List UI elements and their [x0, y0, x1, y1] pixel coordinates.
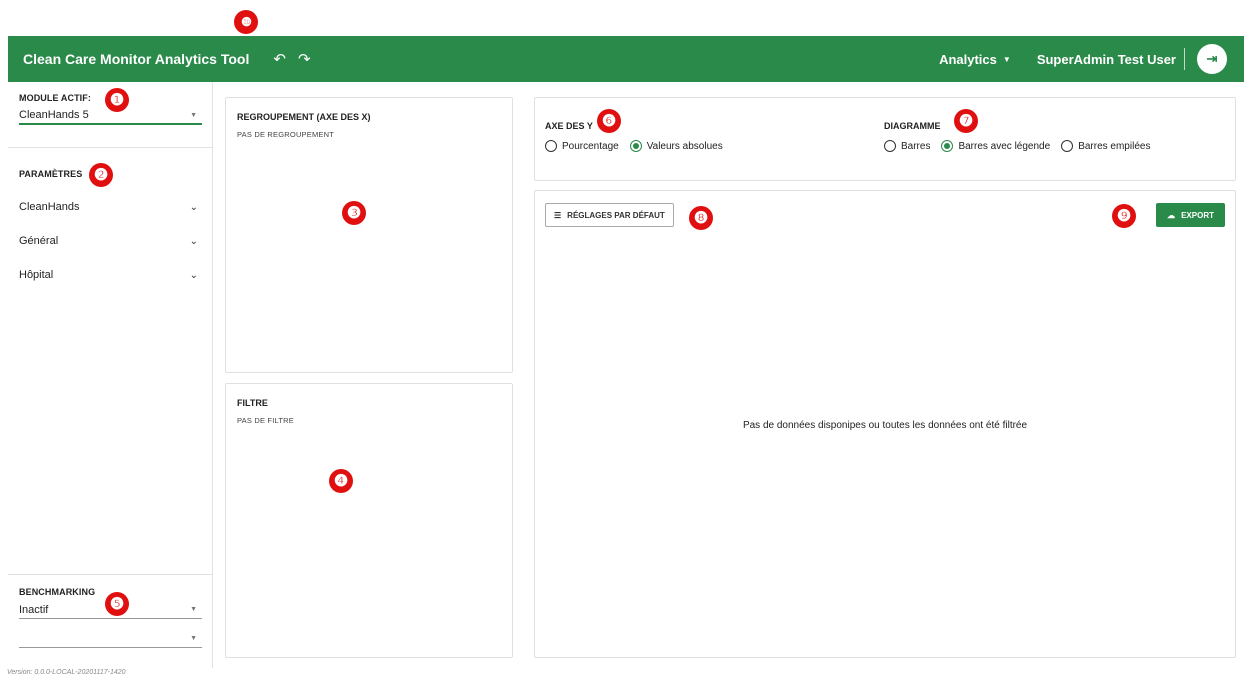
radio-label: Pourcentage [562, 140, 619, 152]
annotation-marker-7: ❼ [954, 109, 978, 133]
export-button[interactable]: ☁ EXPORT [1156, 203, 1225, 227]
chart-area-panel: ☰ RÉGLAGES PAR DÉFAUT ☁ EXPORT Pas de do… [534, 190, 1236, 658]
radio-barres-empilees[interactable] [1061, 140, 1074, 152]
radio-label: Barres empilées [1078, 140, 1151, 152]
redo-icon[interactable]: ↷ [298, 50, 311, 68]
logout-icon: ⇥ [1206, 51, 1218, 66]
y-axis-section: AXE DES Y Pourcentage Valeurs absolues [545, 121, 734, 152]
export-label: EXPORT [1181, 210, 1214, 220]
grouping-panel: REGROUPEMENT (AXE DES X) PAS DE REGROUPE… [225, 97, 513, 373]
chevron-down-icon: ⌄ [189, 201, 198, 213]
grouping-title: REGROUPEMENT (AXE DES X) [237, 112, 371, 122]
param-item-label: Général [19, 235, 59, 247]
annotation-marker-10: ❿ [234, 10, 258, 34]
filter-panel: FILTRE PAS DE FILTRE [225, 383, 513, 658]
version-text: Version: 0.0.0-LOCAL-20201117-1420 [7, 669, 126, 676]
filter-subtitle: PAS DE FILTRE [237, 416, 294, 425]
annotation-marker-3: ❸ [342, 201, 366, 225]
analytics-menu[interactable]: Analytics ▼ [939, 52, 1011, 67]
user-name[interactable]: SuperAdmin Test User [1037, 48, 1185, 70]
caret-down-icon: ▼ [190, 606, 197, 613]
empty-state-message: Pas de données disponipes ou toutes les … [742, 420, 1028, 431]
annotation-marker-9: ❾ [1112, 204, 1136, 228]
list-icon: ☰ [554, 210, 562, 220]
module-select-value: CleanHands 5 [19, 109, 89, 121]
benchmarking-block: BENCHMARKING Inactif ▼ ▼ [8, 574, 212, 668]
param-item-label: Hôpital [19, 269, 54, 281]
caret-down-icon: ▼ [1002, 54, 1011, 64]
param-item-general[interactable]: Général ⌄ [19, 235, 202, 247]
diagram-radio-group: Barres Barres avec légende Barres empilé… [884, 140, 1161, 152]
diagram-section: DIAGRAMME Barres Barres avec légende Bar… [884, 121, 1161, 152]
filter-title: FILTRE [237, 398, 268, 408]
chevron-down-icon: ⌄ [189, 269, 198, 281]
radio-label: Barres [901, 140, 931, 152]
param-item-hopital[interactable]: Hôpital ⌄ [19, 269, 202, 281]
analytics-menu-label: Analytics [939, 51, 997, 67]
cloud-upload-icon: ☁ [1167, 210, 1176, 220]
logout-button[interactable]: ⇥ [1197, 44, 1227, 74]
radio-barres-avec-legende[interactable] [941, 140, 954, 152]
chevron-down-icon: ⌄ [189, 235, 198, 247]
radio-label: Barres avec légende [958, 140, 1051, 152]
benchmarking-select-value: Inactif [19, 603, 49, 616]
radio-barres[interactable] [884, 140, 896, 152]
radio-valeurs-absolues[interactable] [629, 140, 642, 152]
annotation-marker-8: ❽ [689, 206, 713, 230]
annotation-marker-2: ❷ [89, 163, 113, 187]
annotation-marker-6: ❻ [597, 109, 621, 133]
y-axis-radio-group: Pourcentage Valeurs absolues [545, 140, 734, 152]
default-settings-button[interactable]: ☰ RÉGLAGES PAR DÉFAUT [545, 203, 674, 227]
param-item-cleanhands[interactable]: CleanHands ⌄ [19, 201, 202, 213]
default-settings-label: RÉGLAGES PAR DÉFAUT [567, 210, 665, 220]
top-app-bar: Clean Care Monitor Analytics Tool ↶ ↷ An… [8, 36, 1244, 82]
benchmarking-second-select[interactable]: ▼ [19, 630, 202, 648]
top-right-controls: Analytics ▼ SuperAdmin Test User ⇥ [939, 36, 1244, 82]
options-panel: AXE DES Y Pourcentage Valeurs absolues D… [534, 97, 1236, 181]
undo-redo-group: ↶ ↷ [273, 50, 310, 68]
annotation-marker-4: ❹ [329, 469, 353, 493]
app-title: Clean Care Monitor Analytics Tool [23, 51, 250, 67]
param-item-label: CleanHands [19, 201, 80, 213]
undo-icon[interactable]: ↶ [273, 50, 286, 68]
grouping-subtitle: PAS DE REGROUPEMENT [237, 130, 335, 139]
caret-down-icon: ▼ [190, 635, 197, 642]
diagram-title: DIAGRAMME [884, 121, 941, 131]
radio-pourcentage[interactable] [545, 140, 557, 152]
annotation-marker-1: ❶ [105, 88, 129, 112]
radio-label: Valeurs absolues [646, 140, 723, 152]
y-axis-title: AXE DES Y [545, 121, 593, 131]
annotation-marker-5: ❺ [105, 592, 129, 616]
caret-down-icon: ▼ [190, 111, 197, 119]
